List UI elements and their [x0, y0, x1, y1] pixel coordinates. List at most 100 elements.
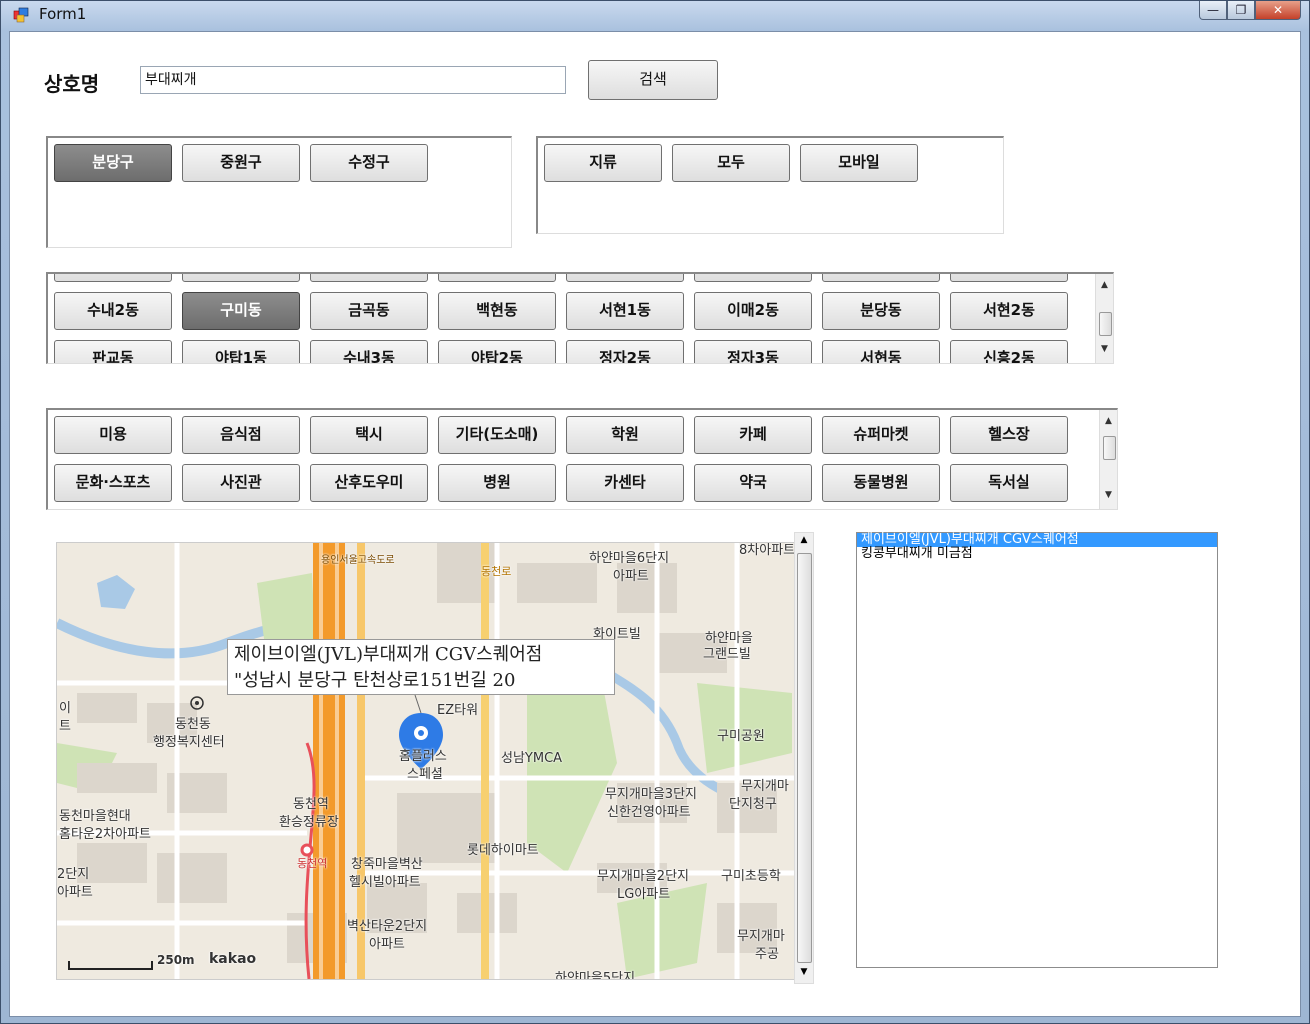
map-info-window: 제이브이엘(JVL)부대찌개 CGV스퀘어점 "성남시 분당구 탄천상로151번… [227, 639, 615, 695]
category-button[interactable]: 병원 [438, 464, 556, 502]
map-label: 벽산타운2단지 [347, 919, 428, 934]
window-title: Form1 [39, 5, 87, 23]
dong-button-hidden[interactable] [950, 274, 1068, 282]
dong-button[interactable]: 이매2동 [694, 292, 812, 330]
dong-button-hidden[interactable] [566, 274, 684, 282]
map-label: EZ타워 [437, 703, 479, 718]
caption-buttons: — ❐ ✕ [1199, 1, 1301, 21]
map-scale-label: 250m [157, 953, 195, 967]
dong-button[interactable]: 금곡동 [310, 292, 428, 330]
category-button[interactable]: 문화·스포츠 [54, 464, 172, 502]
maximize-button[interactable]: ❐ [1227, 1, 1255, 20]
form-client-area: 상호명 부대찌개 검색 분당구 중원구 수정구 지류 모두 모바일 수내2동 구… [9, 31, 1301, 1017]
dong-button[interactable]: 판교동 [54, 340, 172, 363]
scroll-down-arrow-icon[interactable]: ▼ [1096, 344, 1113, 360]
type-button-all[interactable]: 모두 [672, 144, 790, 182]
district-button-sujeong[interactable]: 수정구 [310, 144, 428, 182]
scroll-up-arrow-icon[interactable]: ▲ [795, 535, 813, 545]
scroll-up-arrow-icon[interactable]: ▲ [1096, 280, 1113, 296]
category-button[interactable]: 사진관 [182, 464, 300, 502]
dong-button[interactable]: 백현동 [438, 292, 556, 330]
map-label: 홈플러스 [399, 749, 447, 764]
dong-button[interactable]: 정자2동 [566, 340, 684, 363]
dong-button[interactable]: 야탑1동 [182, 340, 300, 363]
category-button[interactable]: 택시 [310, 416, 428, 454]
results-listbox[interactable]: 제이브이엘(JVL)부대찌개 CGV스퀘어점 킹콩부대찌개 미금점 [856, 532, 1218, 968]
category-button[interactable]: 기타(도소매) [438, 416, 556, 454]
scroll-thumb[interactable] [1099, 312, 1112, 336]
scroll-up-arrow-icon[interactable]: ▲ [1100, 416, 1117, 432]
category-button[interactable]: 산후도우미 [310, 464, 428, 502]
dong-button-hidden[interactable] [310, 274, 428, 282]
dong-button-hidden[interactable] [54, 274, 172, 282]
search-button[interactable]: 검색 [588, 60, 718, 100]
map-label: 주공 [755, 947, 779, 962]
map-label: 동천역 [297, 857, 328, 870]
type-button-paper[interactable]: 지류 [544, 144, 662, 182]
dong-button[interactable]: 서현1동 [566, 292, 684, 330]
map-label: 8차아파트 [739, 543, 796, 558]
category-button[interactable]: 카센타 [566, 464, 684, 502]
dong-button-hidden[interactable] [438, 274, 556, 282]
category-button[interactable]: 동물병원 [822, 464, 940, 502]
minimize-button[interactable]: — [1199, 1, 1227, 20]
district-button-bundang[interactable]: 분당구 [54, 144, 172, 182]
result-item[interactable]: 킹콩부대찌개 미금점 [857, 547, 1217, 561]
category-button[interactable]: 약국 [694, 464, 812, 502]
map-label: 구미공원 [717, 729, 765, 744]
dong-button-hidden[interactable] [822, 274, 940, 282]
dong-button[interactable]: 야탑2동 [438, 340, 556, 363]
result-item-selected[interactable]: 제이브이엘(JVL)부대찌개 CGV스퀘어점 [857, 533, 1217, 547]
category-scrollbar[interactable]: ▲ ▼ [1099, 410, 1117, 509]
title-bar[interactable]: Form1 — ❐ ✕ [1, 1, 1309, 31]
map-label: 용인서울고속도로 [321, 555, 395, 566]
district-button-jungwon[interactable]: 중원구 [182, 144, 300, 182]
category-button[interactable]: 미용 [54, 416, 172, 454]
dong-button[interactable]: 서현동 [822, 340, 940, 363]
map-label: 동천로 [481, 565, 512, 578]
scroll-thumb[interactable] [797, 553, 812, 963]
category-button[interactable]: 헬스장 [950, 416, 1068, 454]
map-label: 이 [59, 701, 71, 716]
map-label: 2단지 [57, 867, 90, 882]
map-label: 성남YMCA [501, 751, 563, 766]
dong-button[interactable]: 분당동 [822, 292, 940, 330]
info-shop-address: "성남시 분당구 탄천상로151번길 20 [234, 670, 516, 691]
app-icon [13, 7, 29, 23]
shop-name-input[interactable]: 부대찌개 [140, 66, 566, 94]
dong-button-selected[interactable]: 구미동 [182, 292, 300, 330]
dong-button[interactable]: 수내3동 [310, 340, 428, 363]
shop-name-label: 상호명 [44, 72, 100, 96]
map-label: 무지개마을3단지 [605, 787, 697, 802]
map-label: 행정복지센터 [153, 735, 225, 750]
dong-button-hidden[interactable] [694, 274, 812, 282]
map-label: 그랜드빌 [703, 647, 751, 662]
close-button[interactable]: ✕ [1255, 1, 1301, 20]
dong-button[interactable]: 서현2동 [950, 292, 1068, 330]
dong-scrollbar[interactable]: ▲ ▼ [1095, 274, 1113, 363]
dong-button[interactable]: 신흥2동 [950, 340, 1068, 363]
category-button[interactable]: 슈퍼마켓 [822, 416, 940, 454]
category-button[interactable]: 카페 [694, 416, 812, 454]
dong-button[interactable]: 수내2동 [54, 292, 172, 330]
map-label: 하얀마을6단지 [589, 551, 670, 566]
map-label: 신한건영아파트 [607, 805, 691, 820]
map-scrollbar[interactable]: ▲ ▼ [794, 532, 814, 984]
dong-button-hidden[interactable] [182, 274, 300, 282]
voucher-type-group: 지류 모두 모바일 [536, 136, 1004, 234]
scroll-down-arrow-icon[interactable]: ▼ [1100, 490, 1117, 506]
map-label: 아파트 [613, 569, 649, 584]
scroll-thumb[interactable] [1103, 436, 1116, 460]
map-label: 헬시빌아파트 [349, 875, 421, 890]
map-view[interactable]: 하얀마을6단지 아파트 8차아파트 화이트빌 하얀마을 그랜드빌 EZ타워 동천… [56, 542, 796, 980]
info-shop-name: 제이브이엘(JVL)부대찌개 CGV스퀘어점 [234, 644, 543, 665]
map-label: 창죽마을벽산 [351, 857, 423, 872]
category-button[interactable]: 음식점 [182, 416, 300, 454]
category-button[interactable]: 독서실 [950, 464, 1068, 502]
dong-button[interactable]: 정자3동 [694, 340, 812, 363]
scroll-down-arrow-icon[interactable]: ▼ [795, 967, 813, 977]
map-label: 롯데하이마트 [467, 843, 539, 858]
category-button[interactable]: 학원 [566, 416, 684, 454]
type-button-mobile[interactable]: 모바일 [800, 144, 918, 182]
map-label: 동천역 [293, 797, 329, 812]
